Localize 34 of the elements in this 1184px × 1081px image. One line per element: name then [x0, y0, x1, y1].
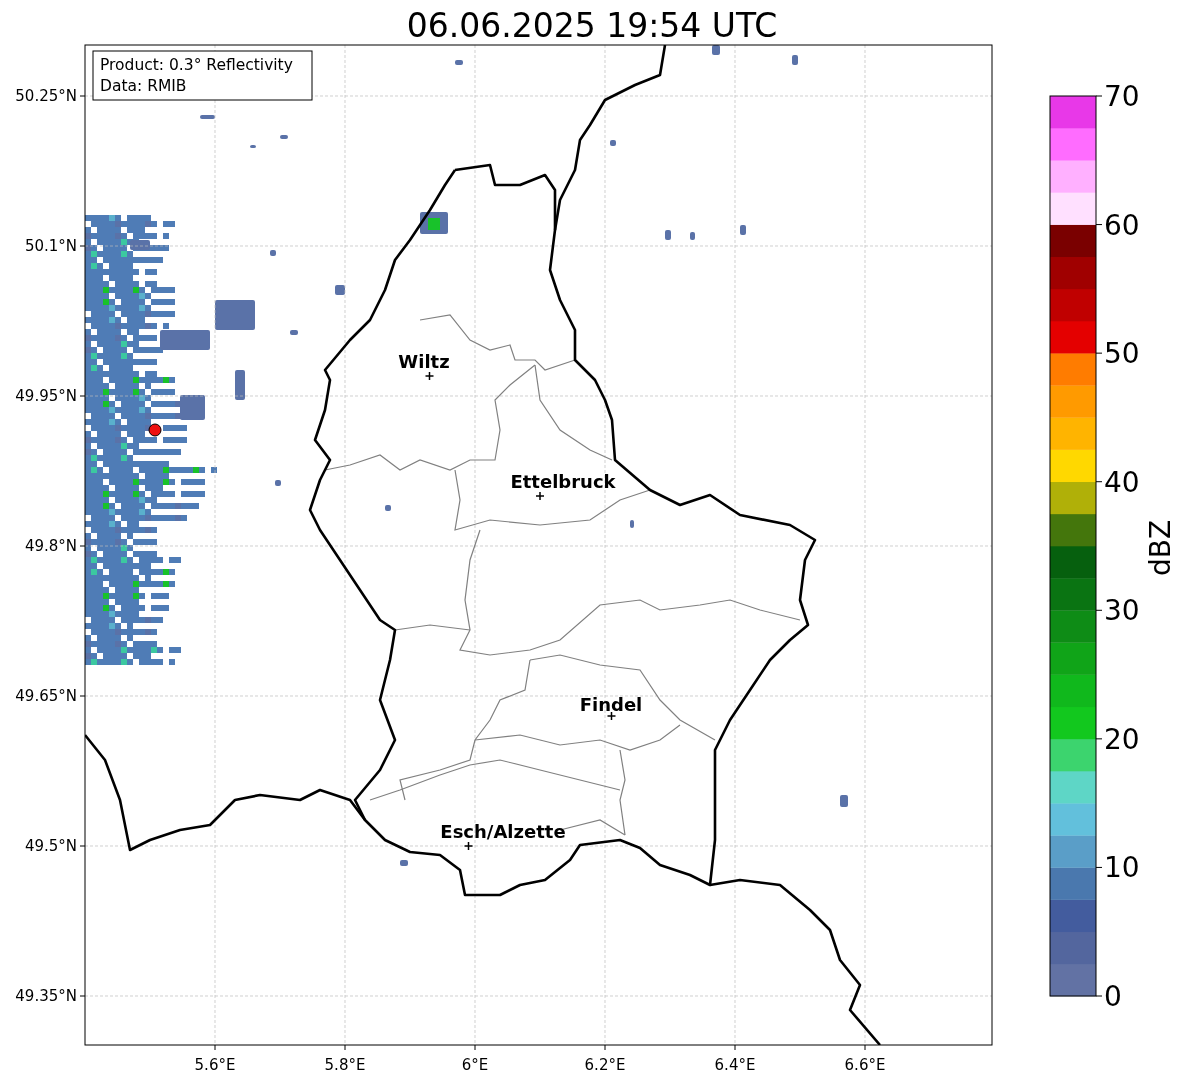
city-label: Ettelbruck	[510, 471, 616, 492]
axis-tick-label: 6.4°E	[714, 1056, 756, 1074]
axis-tick-label: 6.2°E	[584, 1056, 626, 1074]
legend-text: Product: 0.3° Reflectivity	[100, 56, 293, 74]
station-marker-icon	[535, 491, 545, 501]
axis-tick-label: 50.1°N	[24, 237, 77, 255]
colorbar-tick-label: 30	[1104, 594, 1140, 628]
axis-tick-label: 50.25°N	[15, 87, 77, 105]
axis-tick-label: 5.6°E	[194, 1056, 236, 1074]
colorbar-tick-label: 50	[1104, 337, 1140, 371]
axis-tick-label: 49.65°N	[15, 687, 77, 705]
radar-site-marker	[148, 423, 162, 437]
colorbar-tick-label: 60	[1104, 208, 1140, 242]
axis-tick-label: 49.95°N	[15, 387, 77, 405]
axis-tick-label: 49.5°N	[24, 837, 77, 855]
chart-title: 06.06.2025 19:54 UTC	[406, 6, 778, 45]
colorbar-tick-label: 20	[1104, 722, 1140, 756]
station-marker-icon	[463, 841, 474, 851]
axis-tick-label: 49.35°N	[15, 987, 77, 1005]
colorbar-tick-label: 70	[1104, 80, 1140, 113]
colorbar-tick-label: 40	[1104, 465, 1140, 499]
station-marker-icon	[606, 711, 617, 721]
colorbar-title: dBZ	[1144, 519, 1177, 577]
colorbar-tick-label: 0	[1104, 980, 1122, 1013]
axis-tick-label: 49.8°N	[24, 537, 77, 555]
colorbar-tick-label: 10	[1104, 851, 1140, 885]
station-marker-icon	[424, 371, 435, 381]
city-label: Wiltz	[398, 351, 450, 372]
legend-text: Data: RMIB	[100, 77, 187, 95]
city-label: Esch/Alzette	[440, 821, 566, 842]
axis-tick-label: 5.8°E	[324, 1056, 366, 1074]
axis-tick-label: 6.6°E	[844, 1056, 886, 1074]
city-label: Findel	[579, 694, 643, 715]
axis-tick-label: 6°E	[461, 1056, 489, 1074]
